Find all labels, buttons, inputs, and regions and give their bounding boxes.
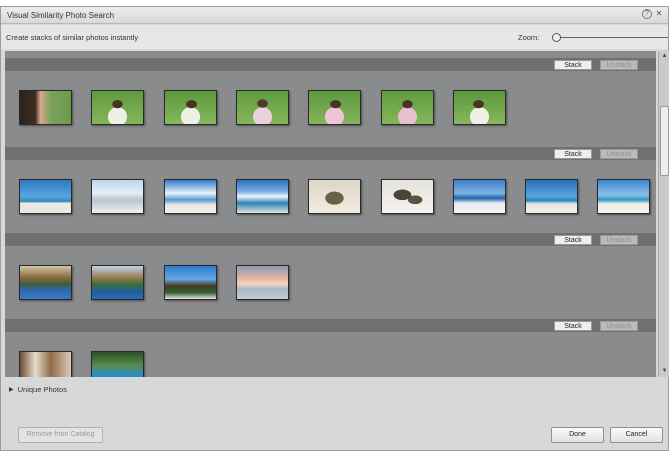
photo-thumbnail-beach-sky[interactable]	[236, 179, 289, 214]
footer: ▶ Unique Photos Remove from Catalog Done…	[1, 377, 668, 450]
zoom-control: Zoom:	[518, 30, 668, 44]
photo-thumbnail-girl-towel-1[interactable]	[91, 90, 144, 125]
photo-thumbnail-beach-sea[interactable]	[453, 179, 506, 214]
unstack-button[interactable]: Unstack	[600, 149, 638, 159]
subheader: Create stacks of similar photos instantl…	[1, 25, 668, 49]
subtitle: Create stacks of similar photos instantl…	[6, 33, 139, 42]
photo-groups-area: Stack Unstack Stack Unstack Stack Unstack Stac…	[5, 51, 656, 377]
photo-thumbnail-hut-palms[interactable]	[91, 265, 144, 300]
unstack-button[interactable]: Unstack	[600, 60, 638, 70]
photo-thumbnail-rocks-sand-1[interactable]	[308, 179, 361, 214]
photo-thumbnail-girl-with-adult[interactable]	[19, 90, 72, 125]
photo-thumbnail-girl-towel-3[interactable]	[236, 90, 289, 125]
done-button[interactable]: Done	[551, 427, 604, 443]
remove-from-catalog-button[interactable]: Remove from Catalog	[18, 427, 103, 443]
scroll-thumb[interactable]	[660, 106, 669, 176]
photo-thumbnail-beach-white-sand[interactable]	[91, 179, 144, 214]
stack-button[interactable]: Stack	[554, 321, 592, 331]
photo-thumbnail-hut-blue-sky[interactable]	[164, 265, 217, 300]
photo-thumbnail-girl-towel-5[interactable]	[381, 90, 434, 125]
expand-triangle-icon: ▶	[9, 387, 14, 393]
group-header: Stack Unstack	[5, 319, 656, 332]
photo-thumbnail-resort-pool[interactable]	[91, 351, 144, 377]
stack-button[interactable]: Stack	[554, 60, 592, 70]
title-bar: Visual Similarity Photo Search ? ✕	[1, 7, 668, 24]
help-icon[interactable]: ?	[642, 9, 652, 19]
photo-thumbnail-beach-palm-2[interactable]	[525, 179, 578, 214]
photo-thumbnail-beach-palm-1[interactable]	[19, 179, 72, 214]
zoom-slider-track[interactable]	[554, 37, 668, 38]
vertical-scrollbar[interactable]: ▲ ▼	[658, 51, 669, 377]
photo-thumbnail-sunset-sea[interactable]	[236, 265, 289, 300]
photo-thumbnail-rocks-sand-2[interactable]	[381, 179, 434, 214]
close-icon[interactable]: ✕	[654, 9, 664, 19]
title-icons: ? ✕	[642, 9, 664, 19]
scroll-up-icon[interactable]: ▲	[660, 52, 669, 61]
stack-button[interactable]: Stack	[554, 149, 592, 159]
photo-thumbnail-beach-clouds[interactable]	[164, 179, 217, 214]
unstack-button[interactable]: Unstack	[600, 235, 638, 245]
zoom-slider-knob[interactable]	[552, 33, 561, 42]
scroll-down-icon[interactable]: ▼	[660, 367, 669, 376]
group-header: Stack Unstack	[5, 233, 656, 246]
photo-thumbnail-beach-palm-3[interactable]	[597, 179, 650, 214]
photo-thumbnail-girl-towel-4[interactable]	[308, 90, 361, 125]
cancel-button[interactable]: Cancel	[610, 427, 663, 443]
photo-thumbnail-interior-room[interactable]	[19, 351, 72, 377]
photo-thumbnail-girl-towel-2[interactable]	[164, 90, 217, 125]
window-title: Visual Similarity Photo Search	[7, 11, 115, 20]
group-header: Stack Unstack	[5, 58, 656, 71]
unique-photos-label: Unique Photos	[17, 385, 67, 394]
unstack-button[interactable]: Unstack	[600, 321, 638, 331]
visual-similarity-dialog: Visual Similarity Photo Search ? ✕ Creat…	[0, 6, 669, 451]
unique-photos-toggle[interactable]: ▶ Unique Photos	[9, 385, 67, 394]
zoom-label: Zoom:	[518, 33, 540, 42]
group-header: Stack Unstack	[5, 147, 656, 160]
stack-button[interactable]: Stack	[554, 235, 592, 245]
photo-thumbnail-hut-pool-1[interactable]	[19, 265, 72, 300]
photo-thumbnail-girl-towel-6[interactable]	[453, 90, 506, 125]
